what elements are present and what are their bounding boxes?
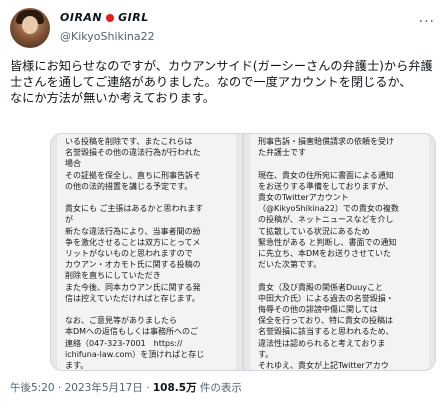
views-label: 件の表示 bbox=[196, 382, 242, 394]
tweet-text: 皆様にお知らせなのですが、カウアンサイド(ガーシーさんの弁護士)から弁護士さんを… bbox=[10, 59, 433, 105]
tweet-media[interactable]: いる投稿を削除です、またこれらは 名誉毀損その他の違法行為が行われた 場合 その… bbox=[50, 133, 436, 371]
dm-text-left: いる投稿を削除です、またこれらは 名誉毀損その他の違法行為が行われた 場合 その… bbox=[65, 137, 205, 370]
display-name-part2: GIRL bbox=[118, 11, 149, 24]
dm-bubble-left: いる投稿を削除です、またこれらは 名誉毀損その他の違法行為が行われた 場合 その… bbox=[57, 134, 236, 370]
views-count: 108.5万 bbox=[152, 382, 197, 394]
tweet-meta: 午後5:20 · 2023年5月17日 · 108.5万 件の表示 bbox=[10, 380, 242, 395]
display-name[interactable]: OIRAN GIRL bbox=[60, 11, 149, 24]
avatar-face bbox=[22, 16, 38, 34]
japan-flag-icon bbox=[106, 13, 115, 22]
user-handle[interactable]: @KikyoShikina22 bbox=[60, 30, 155, 43]
tweet-header: OIRAN GIRL @KikyoShikina22 ··· bbox=[10, 8, 437, 48]
dm-text-right: 刑事告訴・損害賠償請求の依頼を受け た弁護士です 現在、貴女の住所宛に書面による… bbox=[258, 137, 399, 370]
media-image-right[interactable]: 刑事告訴・損害賠償請求の依頼を受け た弁護士です 現在、貴女の住所宛に書面による… bbox=[244, 134, 435, 370]
display-name-part1: OIRAN bbox=[60, 11, 103, 24]
more-icon[interactable]: ··· bbox=[419, 14, 435, 30]
dm-bubble-right: 刑事告訴・損害賠償請求の依頼を受け た弁護士です 現在、貴女の住所宛に書面による… bbox=[250, 134, 429, 370]
avatar[interactable] bbox=[10, 8, 50, 48]
media-image-left[interactable]: いる投稿を削除です、またこれらは 名誉毀損その他の違法行為が行われた 場合 その… bbox=[51, 134, 242, 370]
timestamp[interactable]: 午後5:20 · 2023年5月17日 · bbox=[10, 382, 153, 394]
